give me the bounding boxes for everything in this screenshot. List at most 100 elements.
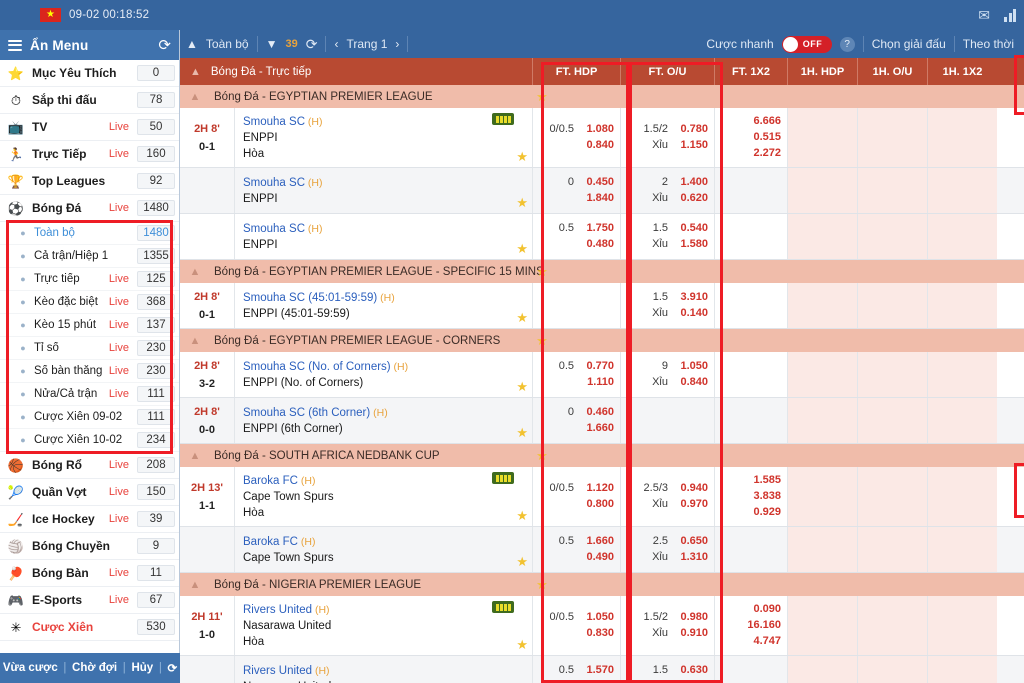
sidebar-header[interactable]: Ẩn Menu ⟳ <box>0 30 179 60</box>
ft-hdp-cell[interactable]: 0.5 1.660 0.490 <box>532 527 620 572</box>
odds-value[interactable]: 4.747 <box>747 634 781 649</box>
odds-line[interactable]: 4.747 <box>719 634 781 649</box>
select-league-button[interactable]: Chọn giải đấu <box>872 37 946 51</box>
odds-value[interactable]: 1.400 <box>674 175 708 190</box>
ft-hdp-cell[interactable]: 0/0.5 1.050 0.830 <box>532 596 620 655</box>
favorite-star-icon[interactable]: ★ <box>516 426 528 439</box>
sidebar-item-score[interactable]: ● Tỉ số Live 230 <box>0 337 179 360</box>
league-band[interactable]: ▲ Bóng Đá - EGYPTIAN PREMIER LEAGUE - SPE… <box>180 260 1024 283</box>
ft-ou-cell[interactable]: 1.5 0.630 Xỉu 1.280 <box>620 656 714 683</box>
odds-value[interactable]: 2.272 <box>747 146 781 161</box>
home-team-name[interactable]: Smouha SC (45:01-59:59) (H) <box>243 290 532 306</box>
sidebar-item-all[interactable]: ● Toàn bộ 1480 <box>0 222 179 245</box>
odds-line[interactable]: 0 0.460 <box>537 405 614 420</box>
odds-line[interactable]: 2.272 <box>719 146 781 161</box>
collapse-icon[interactable]: ▲ <box>190 66 201 78</box>
tv-stream-icon[interactable] <box>492 472 514 484</box>
away-team-name[interactable]: ENPPI (45:01-59:59) <box>243 306 532 322</box>
odds-line[interactable]: 0.929 <box>719 505 781 520</box>
sidebar-item-top-leagues[interactable]: 🏆 Top Leagues 92 <box>0 168 179 195</box>
odds-line[interactable]: 0.490 <box>537 550 614 565</box>
match-row[interactable]: Baroka FC (H) Cape Town Spurs ★ 0.5 1.660 0.4… <box>180 527 1024 573</box>
collapse-icon[interactable]: ▲ <box>180 335 210 347</box>
odds-value[interactable]: 0.460 <box>580 679 614 683</box>
odds-value[interactable]: 0.480 <box>580 237 614 252</box>
chevron-down-icon[interactable]: ▼ <box>266 37 278 51</box>
odds-value[interactable]: 1.150 <box>674 138 708 153</box>
cancelled-bets-button[interactable]: Hủy <box>129 662 155 674</box>
odds-line[interactable]: Xỉu 0.140 <box>625 306 708 321</box>
mail-icon[interactable]: ✉ <box>978 8 990 22</box>
odds-line[interactable]: 0.830 <box>537 626 614 641</box>
match-row[interactable]: 2H 13' 1-1 Baroka FC (H) Cape Town Spurs Hòa… <box>180 467 1024 527</box>
match-row[interactable]: 2H 8' 0-0 Smouha SC (6th Corner) (H) ENPPI … <box>180 398 1024 444</box>
match-teams-cell[interactable]: Rivers United (H) Nasarawa United Hòa ★ <box>235 596 532 655</box>
home-team-name[interactable]: Baroka FC (H) <box>243 534 532 550</box>
odds-value[interactable]: 1.580 <box>674 237 708 252</box>
odds-value[interactable]: 1.840 <box>580 191 614 206</box>
favorite-star-icon[interactable]: ★ <box>516 242 528 255</box>
odds-value[interactable]: 0.980 <box>674 610 708 625</box>
favorite-star-icon[interactable]: ★ <box>516 555 528 568</box>
ft-ou-cell[interactable]: 2 1.400 Xỉu 0.620 <box>620 168 714 213</box>
odds-line[interactable]: 0.090 <box>719 602 781 617</box>
favorite-star-icon[interactable]: ★ <box>516 380 528 393</box>
match-teams-cell[interactable]: Smouha SC (45:01-59:59) (H) ENPPI (45:01-… <box>235 283 532 328</box>
quick-bet-toggle[interactable]: OFF <box>781 35 832 53</box>
league-band[interactable]: ▲ Bóng Đá - NIGERIA PREMIER LEAGUE ★ <box>180 573 1024 596</box>
league-band[interactable]: ▲ Bóng Đá - SOUTH AFRICA NEDBANK CUP ★ <box>180 444 1024 467</box>
ft-hdp-cell[interactable]: 0.5 1.750 0.480 <box>532 214 620 259</box>
odds-line[interactable]: 0.515 <box>719 130 781 145</box>
favorite-star-icon[interactable]: ★ <box>516 311 528 324</box>
sidebar-item-tennis[interactable]: 🎾 Quần Vợt Live 150 <box>0 479 179 506</box>
odds-line[interactable]: Xỉu 0.840 <box>625 375 708 390</box>
ft-ou-cell[interactable]: 9 1.050 Xỉu 0.840 <box>620 352 714 397</box>
odds-line[interactable]: Xỉu 1.150 <box>625 138 708 153</box>
odds-value[interactable]: 1.660 <box>580 534 614 549</box>
league-band[interactable]: ▲ Bóng Đá - EGYPTIAN PREMIER LEAGUE ★ <box>180 85 1024 108</box>
odds-value[interactable]: 1.750 <box>580 221 614 236</box>
star-icon[interactable]: ★ <box>536 334 548 347</box>
odds-value[interactable]: 0.630 <box>674 663 708 678</box>
sidebar-item-live-sub[interactable]: ● Trực tiếp Live 125 <box>0 268 179 291</box>
sidebar-item-15min-odds[interactable]: ● Kèo 15 phút Live 137 <box>0 314 179 337</box>
sort-by-time-button[interactable]: Theo thời <box>963 37 1014 51</box>
odds-value[interactable]: 0.490 <box>580 550 614 565</box>
odds-line[interactable]: 1.5/2 0.780 <box>625 122 708 137</box>
odds-value[interactable]: 0.830 <box>580 626 614 641</box>
home-team-name[interactable]: Rivers United (H) <box>243 663 532 679</box>
draw-label[interactable]: Hòa <box>243 634 532 650</box>
scope-label[interactable]: Toàn bộ <box>206 37 249 51</box>
home-team-name[interactable]: Smouha SC (H) <box>243 175 532 191</box>
column-header-1h-hdp[interactable]: 1H. HDP <box>787 58 857 85</box>
sidebar-item-football[interactable]: ⚽ Bóng Đá Live 1480 <box>0 195 179 222</box>
star-icon[interactable]: ★ <box>536 578 548 591</box>
home-team-name[interactable]: Rivers United (H) <box>243 602 532 618</box>
odds-value[interactable]: 1.050 <box>580 610 614 625</box>
column-header-ft-hdp[interactable]: FT. HDP <box>532 58 620 85</box>
odds-line[interactable]: Xỉu 0.620 <box>625 191 708 206</box>
odds-line[interactable]: 0/0.5 1.080 <box>537 122 614 137</box>
match-row[interactable]: Rivers United (H)Nasarawa United★0.51.57… <box>180 656 1024 683</box>
league-favorite-star[interactable]: ★ <box>532 334 552 347</box>
odds-line[interactable]: 0.5 0.770 <box>537 359 614 374</box>
match-teams-cell[interactable]: Smouha SC (H) ENPPI ★ <box>235 168 532 213</box>
odds-line[interactable]: 0.5 1.660 <box>537 534 614 549</box>
ft-1x2-cell[interactable]: 6.666 0.515 2.272 <box>714 108 787 167</box>
favorite-star-icon[interactable]: ★ <box>516 638 528 651</box>
odds-line[interactable]: 0.5 1.750 <box>537 221 614 236</box>
star-icon[interactable]: ★ <box>536 449 548 462</box>
odds-line[interactable]: 0.800 <box>537 497 614 512</box>
draw-label[interactable]: Hòa <box>243 146 532 162</box>
odds-line[interactable]: 1.5 3.910 <box>625 290 708 305</box>
ft-hdp-cell[interactable]: 0/0.5 1.120 0.800 <box>532 467 620 526</box>
ft-1x2-cell[interactable]: 1.585 3.838 0.929 <box>714 467 787 526</box>
home-team-name[interactable]: Smouha SC (No. of Corners) (H) <box>243 359 532 375</box>
odds-line[interactable]: 2.5/3 0.940 <box>625 481 708 496</box>
sidebar-item-favorites[interactable]: ⭐ Mục Yêu Thích 0 <box>0 60 179 87</box>
away-team-name[interactable]: Nasarawa United <box>243 618 532 634</box>
sidebar-refresh-icon[interactable]: ⟳ <box>158 38 171 53</box>
ft-ou-cell[interactable]: 1.5/2 0.980 Xỉu 0.910 <box>620 596 714 655</box>
home-team-name[interactable]: Smouha SC (6th Corner) (H) <box>243 405 532 421</box>
star-icon[interactable]: ★ <box>536 90 548 103</box>
